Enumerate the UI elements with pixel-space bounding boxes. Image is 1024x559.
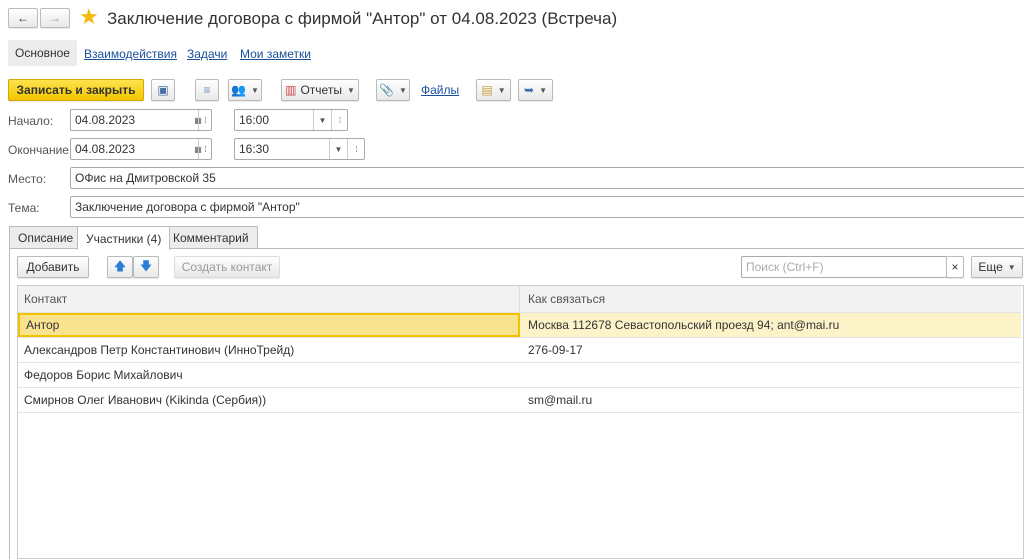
move-down-icon[interactable]: 🡇 (133, 256, 159, 278)
list-icon[interactable]: ≡ (195, 79, 219, 101)
more-label: Еще (978, 260, 1003, 274)
date-spin[interactable]: ⁞ (198, 110, 212, 130)
contact-cell: Александров Петр Константинович (ИнноТре… (24, 343, 295, 357)
how-cell: 276-09-17 (528, 343, 583, 357)
dropdown-icon[interactable]: ▼ (329, 139, 347, 159)
date-spin[interactable]: ⁞ (198, 139, 212, 159)
back-button[interactable]: ← (8, 8, 38, 28)
column-contact[interactable]: Контакт (18, 286, 520, 312)
reports-label: Отчеты (300, 83, 342, 97)
subject-input[interactable]: Заключение договора с фирмой "Антор" (70, 196, 1024, 218)
attachment-icon[interactable]: 📎 ▼ (376, 79, 410, 101)
table-row[interactable]: Смирнов Олег Иванович (Kikinda (Сербия))… (18, 388, 1021, 413)
forward-button[interactable]: → (40, 8, 70, 28)
section-notes[interactable]: Мои заметки (240, 47, 311, 61)
search-input[interactable]: Поиск (Ctrl+F) (741, 256, 947, 278)
files-link[interactable]: Файлы (421, 83, 459, 97)
table-row[interactable]: Федоров Борис Михайлович (18, 363, 1021, 388)
send-icon[interactable]: ➥ ▼ (518, 79, 553, 101)
add-button[interactable]: Добавить (17, 256, 89, 278)
end-date-input[interactable]: 04.08.2023 ▦ ⁞ (70, 138, 212, 160)
table-row[interactable]: Антор Москва 112678 Севастопольский прое… (18, 313, 1021, 338)
column-how-to-contact[interactable]: Как связаться (520, 292, 605, 306)
section-tasks[interactable]: Задачи (187, 47, 227, 61)
section-main[interactable]: Основное (8, 40, 77, 66)
clear-search-button[interactable]: × (946, 256, 964, 278)
time-spin[interactable]: ⁞ (331, 110, 348, 130)
contact-cell: Смирнов Олег Иванович (Kikinda (Сербия)) (24, 393, 267, 407)
save-and-close-button[interactable]: Записать и закрыть (8, 79, 144, 101)
save-icon[interactable]: ▣ (151, 79, 175, 101)
subject-label: Тема: (8, 201, 40, 215)
end-label: Окончание: (8, 143, 73, 157)
place-label: Место: (8, 172, 47, 186)
contact-cell: Федоров Борис Михайлович (24, 368, 183, 382)
table-row[interactable]: Александров Петр Константинович (ИнноТре… (18, 338, 1021, 363)
reports-icon: ▥ (285, 83, 297, 97)
participants-icon[interactable]: 👥 ▼ (228, 79, 262, 101)
start-time-value: 16:00 (239, 113, 270, 127)
how-cell: Москва 112678 Севастопольский проезд 94;… (528, 318, 840, 332)
contact-cell: Антор (18, 313, 520, 337)
end-date-value: 04.08.2023 (75, 142, 136, 156)
dropdown-icon[interactable]: ▼ (313, 110, 331, 130)
end-time-value: 16:30 (239, 142, 270, 156)
more-button[interactable]: Еще ▼ (971, 256, 1023, 278)
start-date-value: 04.08.2023 (75, 113, 136, 127)
tab-participants[interactable]: Участники (4) (77, 226, 171, 250)
move-up-icon[interactable]: 🡅 (107, 256, 133, 278)
reports-button[interactable]: ▥ Отчеты ▼ (281, 79, 359, 101)
how-cell: sm@mail.ru (528, 393, 593, 407)
tab-description[interactable]: Описание (9, 226, 83, 249)
favorite-star-icon[interactable]: ★ (79, 4, 99, 30)
create-contact-button[interactable]: Создать контакт (174, 256, 280, 278)
section-interactions[interactable]: Взаимодействия (84, 47, 177, 61)
print-icon[interactable]: ▤ ▼ (476, 79, 511, 101)
end-time-input[interactable]: 16:30 ▼ ⁞ (234, 138, 365, 160)
page-title: Заключение договора с фирмой "Антор" от … (107, 9, 618, 28)
tab-comment[interactable]: Комментарий (164, 226, 258, 249)
place-input[interactable]: ОФис на Дмитровской 35 (70, 167, 1024, 189)
start-time-input[interactable]: 16:00 ▼ ⁞ (234, 109, 348, 131)
start-date-input[interactable]: 04.08.2023 ▦ ⁞ (70, 109, 212, 131)
table-header: Контакт Как связаться (18, 286, 1021, 313)
start-label: Начало: (8, 114, 54, 128)
time-spin[interactable]: ⁞ (347, 139, 365, 159)
